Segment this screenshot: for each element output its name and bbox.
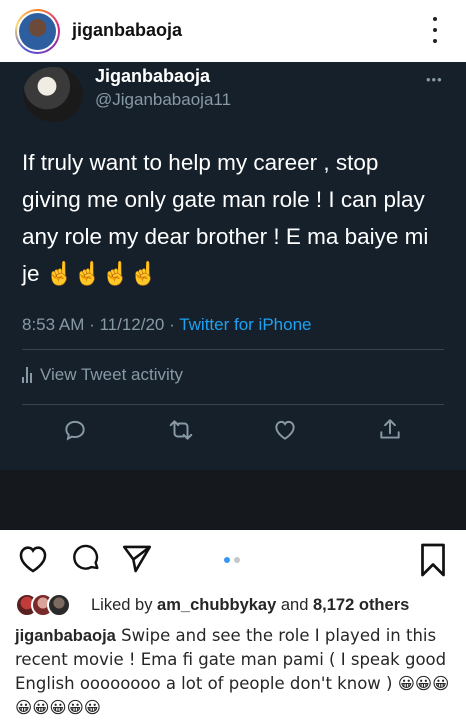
caption-username[interactable]: jiganbabaoja <box>15 627 116 645</box>
tweet-more-icon: ••• <box>426 72 443 87</box>
liked-others[interactable]: 8,172 others <box>313 596 409 614</box>
tweet-activity-label: View Tweet activity <box>40 365 183 384</box>
retweet-icon <box>169 420 193 440</box>
carousel-indicator <box>224 557 240 563</box>
post-username[interactable]: jiganbabaoja <box>72 20 182 41</box>
carousel-dot <box>234 557 240 563</box>
tweet-meta: 8:53 AM · 11/12/20 · Twitter for iPhone <box>22 315 311 335</box>
liker-avatars <box>15 593 81 617</box>
tweet-actions <box>0 417 466 447</box>
liked-by-text: Liked by am_chubbykay and 8,172 others <box>91 595 410 614</box>
tweet-activity-link: View Tweet activity <box>22 365 183 385</box>
bookmark-icon[interactable] <box>418 542 448 578</box>
liked-by-row[interactable]: Liked by am_chubbykay and 8,172 others <box>15 592 409 618</box>
heart-icon[interactable] <box>16 542 50 576</box>
liked-user[interactable]: am_chubbykay <box>157 596 276 614</box>
bar-chart-icon <box>22 367 32 383</box>
more-options-icon[interactable] <box>430 17 440 43</box>
profile-avatar[interactable] <box>15 9 60 54</box>
divider <box>22 349 444 350</box>
carousel-dot-active <box>224 557 230 563</box>
share-icon <box>380 419 400 439</box>
post-actions <box>0 538 466 582</box>
tweet-avatar <box>23 67 83 122</box>
tweet-image-footer <box>0 470 466 530</box>
post-image-tweet[interactable]: Jiganbabaoja @Jiganbabaoja11 ••• If trul… <box>0 62 466 530</box>
tweet-handle: @Jiganbabaoja11 <box>95 90 232 109</box>
tweet-text: If truly want to help my career , stop g… <box>22 150 429 286</box>
avatar-photo <box>19 13 56 50</box>
divider <box>22 404 444 405</box>
tweet-source: Twitter for iPhone <box>179 315 312 334</box>
post-header: jiganbabaoja <box>0 0 466 62</box>
comment-icon[interactable] <box>70 542 102 574</box>
like-icon <box>275 420 295 440</box>
reply-icon <box>65 420 85 441</box>
send-icon[interactable] <box>120 542 154 576</box>
post-caption: jiganbabaoja Swipe and see the role I pl… <box>15 624 455 720</box>
avatar <box>47 593 71 617</box>
tweet-time: 8:53 AM · 11/12/20 · <box>22 315 180 334</box>
tweet-display-name: Jiganbabaoja <box>95 66 211 86</box>
